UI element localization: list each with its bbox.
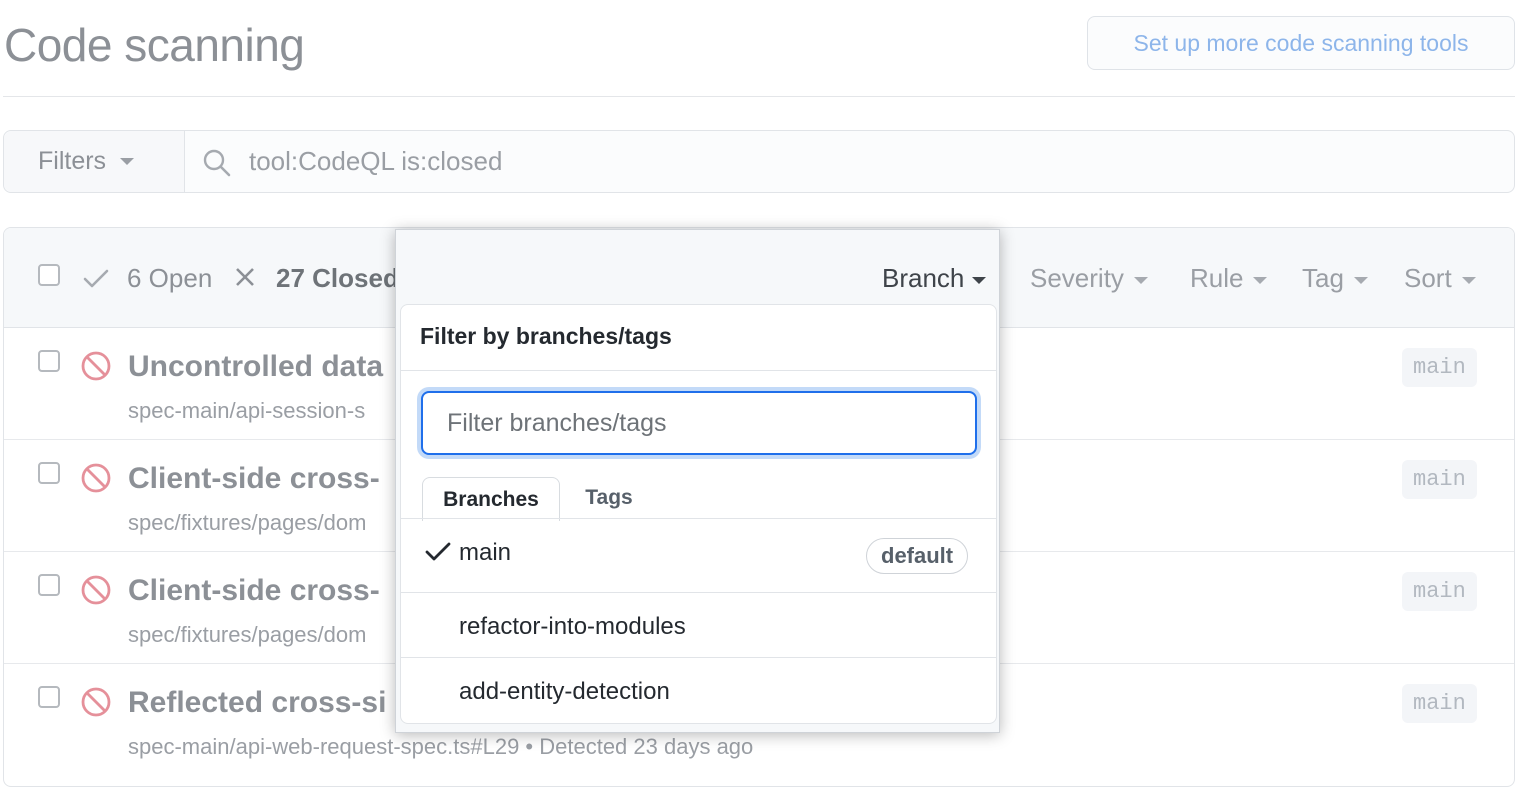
alert-closed-icon — [80, 574, 112, 611]
page-title: Code scanning — [4, 19, 305, 71]
branch-menu-label: Branch — [882, 263, 965, 293]
divider — [3, 96, 1515, 97]
branch-item-main[interactable]: main default — [401, 519, 996, 592]
caret-down-icon — [120, 158, 135, 165]
alert-title[interactable]: Uncontrolled data — [128, 350, 383, 384]
panel-title: Filter by branches/tags — [420, 323, 672, 349]
tag-menu-label: Tag — [1302, 263, 1344, 293]
alert-title[interactable]: Client-side cross- — [128, 462, 380, 496]
branch-item-add-entity-detection[interactable]: add-entity-detection — [401, 658, 996, 722]
alert-checkbox[interactable] — [38, 574, 60, 596]
caret-down-icon — [1353, 276, 1368, 284]
search-input[interactable]: tool:CodeQL is:closed — [249, 146, 502, 177]
check-icon — [425, 541, 451, 570]
divider — [401, 370, 996, 371]
caret-down-icon — [1461, 276, 1476, 284]
branch-filter-panel: Filter by branches/tags Branches Tags ma… — [400, 304, 997, 724]
alert-title[interactable]: Reflected cross-si — [128, 686, 386, 720]
check-icon — [82, 266, 110, 295]
severity-menu[interactable]: Severity — [1030, 263, 1148, 294]
severity-menu-label: Severity — [1030, 263, 1124, 293]
rule-menu[interactable]: Rule — [1190, 263, 1268, 294]
select-all-checkbox[interactable] — [38, 264, 60, 286]
alert-path: spec-main/api-session-s — [128, 398, 366, 423]
alert-checkbox[interactable] — [38, 462, 60, 484]
branch-label: main — [1402, 460, 1477, 499]
alert-closed-icon — [80, 462, 112, 499]
default-badge: default — [866, 538, 969, 574]
branch-item-refactor-into-modules[interactable]: refactor-into-modules — [401, 593, 996, 657]
branch-menu-button[interactable]: Branch — [882, 263, 987, 294]
search-icon — [202, 148, 232, 183]
open-filter-link[interactable]: 6 Open — [127, 263, 212, 294]
alert-title[interactable]: Client-side cross- — [128, 574, 380, 608]
setup-more-tools-button[interactable]: Set up more code scanning tools — [1087, 16, 1515, 70]
tag-menu[interactable]: Tag — [1302, 263, 1368, 294]
closed-filter-link[interactable]: 27 Closed — [276, 263, 399, 294]
caret-down-icon — [1133, 276, 1148, 284]
tab-tags[interactable]: Tags — [567, 477, 651, 519]
alert-path: spec-main/api-web-request-spec.ts#L29 • … — [128, 734, 754, 759]
sort-menu-label: Sort — [1404, 263, 1452, 293]
branch-item-label: refactor-into-modules — [459, 613, 686, 640]
branch-filter-input[interactable] — [421, 391, 977, 455]
branch-label: main — [1402, 684, 1477, 723]
branch-item-label: main — [459, 539, 512, 566]
alert-checkbox[interactable] — [38, 686, 60, 708]
branch-item-label: add-entity-detection — [459, 678, 670, 705]
alert-checkbox[interactable] — [38, 350, 60, 372]
branch-label: main — [1402, 348, 1477, 387]
filters-label: Filters — [38, 147, 107, 175]
branch-label: main — [1402, 572, 1477, 611]
alert-path: spec/fixtures/pages/dom — [128, 510, 367, 535]
tab-branches[interactable]: Branches — [422, 477, 560, 521]
search-bar: Filters tool:CodeQL is:closed — [3, 130, 1515, 193]
sort-menu[interactable]: Sort — [1404, 263, 1476, 294]
alert-closed-icon — [80, 686, 112, 723]
filters-dropdown-button[interactable]: Filters — [4, 131, 185, 192]
caret-down-icon — [972, 276, 987, 284]
rule-menu-label: Rule — [1190, 263, 1244, 293]
x-icon — [234, 266, 256, 293]
alert-path: spec/fixtures/pages/dom — [128, 622, 367, 647]
branch-dropdown: Branch Filter by branches/tags Branches … — [395, 229, 1000, 733]
caret-down-icon — [1253, 276, 1268, 284]
alert-closed-icon — [80, 350, 112, 387]
